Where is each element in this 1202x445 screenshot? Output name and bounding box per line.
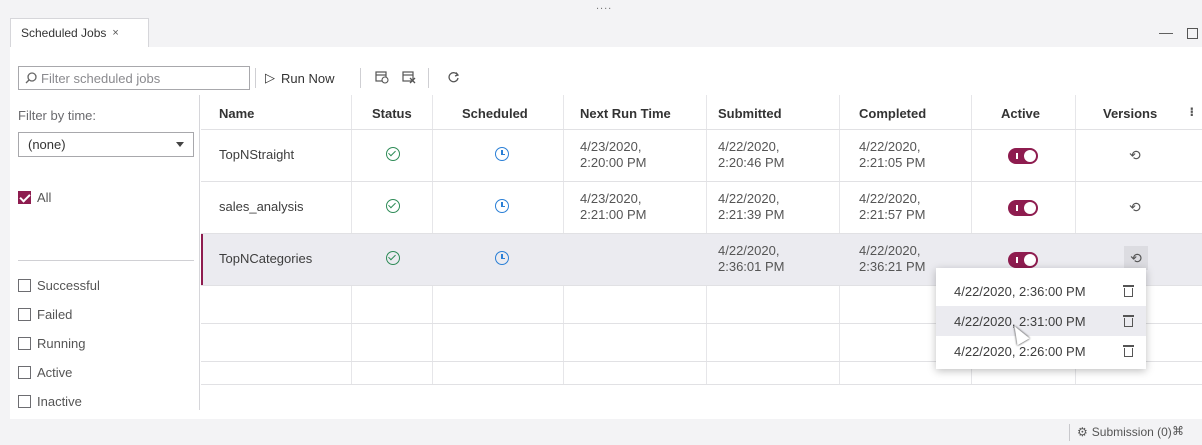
completed-time: 4/22/2020, 2:21:05 PM xyxy=(859,139,926,170)
tab-scheduled-jobs[interactable]: Scheduled Jobs × xyxy=(10,18,149,47)
completed-time: 4/22/2020, 2:36:21 PM xyxy=(859,243,926,274)
version-item[interactable]: 4/22/2020, 2:31:00 PM xyxy=(936,306,1146,336)
job-name: TopNCategories xyxy=(219,251,313,266)
search-icon xyxy=(25,72,37,84)
check-circle-icon xyxy=(386,251,400,265)
time-filter-value: (none) xyxy=(28,137,66,152)
time-filter-select[interactable]: (none) xyxy=(18,132,194,157)
restore-icon[interactable] xyxy=(1187,28,1198,39)
clock-icon xyxy=(495,147,509,161)
history-icon[interactable]: ⟲ xyxy=(1129,199,1141,216)
search-box[interactable] xyxy=(18,66,250,90)
job-name: sales_analysis xyxy=(219,199,304,214)
toolbar: ▷ Run Now xyxy=(10,47,1202,95)
job-name: TopNStraight xyxy=(219,147,295,162)
table-row[interactable]: TopNStraight 4/23/2020, 2:20:00 PM 4/22/2… xyxy=(201,130,1202,182)
checkbox-icon[interactable] xyxy=(18,395,31,408)
toolbar-divider xyxy=(360,68,361,88)
next-run-time: 4/23/2020, 2:21:00 PM xyxy=(580,191,647,222)
submission-status[interactable]: ⚙ Submission (0) xyxy=(1077,425,1172,439)
completed-time: 4/22/2020, 2:21:57 PM xyxy=(859,191,926,222)
refresh-icon[interactable] xyxy=(444,67,462,87)
gear-icon: ⚙ xyxy=(1077,425,1088,439)
command-icon[interactable]: ⌘ xyxy=(1172,424,1184,438)
version-timestamp: 4/22/2020, 2:36:00 PM xyxy=(954,283,1086,299)
search-input[interactable] xyxy=(41,70,241,86)
clock-icon xyxy=(495,251,509,265)
trash-icon[interactable] xyxy=(1123,315,1134,327)
status-bar: ⚙ Submission (0) ⌘ xyxy=(0,420,1202,445)
submitted-time: 4/22/2020, 2:36:01 PM xyxy=(718,243,785,274)
minimize-icon[interactable]: — xyxy=(1159,24,1173,40)
column-header-status[interactable]: Status xyxy=(372,106,412,121)
table-row[interactable]: sales_analysis 4/23/2020, 2:21:00 PM 4/22… xyxy=(201,182,1202,234)
filter-failed-checkbox[interactable]: Failed xyxy=(18,307,72,322)
close-icon[interactable]: × xyxy=(112,27,118,39)
column-header-submitted[interactable]: Submitted xyxy=(718,106,782,121)
play-icon: ▷ xyxy=(265,70,275,85)
tab-label: Scheduled Jobs xyxy=(21,26,107,40)
filter-time-label: Filter by time: xyxy=(18,108,97,123)
history-icon[interactable]: ⟲ xyxy=(1129,147,1141,164)
checkbox-icon[interactable] xyxy=(18,279,31,292)
run-now-button[interactable]: ▷ Run Now xyxy=(265,68,334,88)
filter-option-label: Running xyxy=(37,336,86,351)
filter-all-checkbox[interactable]: All xyxy=(18,190,51,205)
checkbox-checked-icon[interactable] xyxy=(18,191,31,204)
column-header-next-run-time[interactable]: Next Run Time xyxy=(580,106,671,121)
chevron-down-icon xyxy=(176,141,184,147)
toolbar-divider xyxy=(428,68,429,88)
next-run-time: 4/23/2020, 2:20:00 PM xyxy=(580,139,647,170)
filter-divider xyxy=(18,260,194,261)
trash-icon[interactable] xyxy=(1123,285,1134,297)
version-timestamp: 4/22/2020, 2:26:00 PM xyxy=(954,343,1086,359)
filter-sidebar: Filter by time: (none) All Successful Fa… xyxy=(10,95,200,410)
submitted-time: 4/22/2020, 2:20:46 PM xyxy=(718,139,785,170)
column-header-active[interactable]: Active xyxy=(1001,106,1040,121)
run-now-label: Run Now xyxy=(281,70,335,86)
table-header: Name Status Scheduled Next Run Time Subm… xyxy=(201,95,1202,130)
active-toggle[interactable] xyxy=(1008,252,1038,268)
history-icon[interactable]: ⟲ xyxy=(1124,246,1148,270)
check-circle-icon xyxy=(386,147,400,161)
filter-option-label: Inactive xyxy=(37,394,82,409)
filter-option-label: Failed xyxy=(37,307,73,322)
version-item[interactable]: 4/22/2020, 2:36:00 PM xyxy=(936,276,1146,306)
filter-all-label: All xyxy=(37,190,52,205)
filter-successful-checkbox[interactable]: Successful xyxy=(18,278,100,293)
toolbar-divider xyxy=(255,68,256,88)
active-toggle[interactable] xyxy=(1008,148,1038,164)
clock-icon xyxy=(495,199,509,213)
filter-running-checkbox[interactable]: Running xyxy=(18,336,85,351)
filter-option-label: Active xyxy=(37,365,73,380)
check-circle-icon xyxy=(386,199,400,213)
submission-label: Submission (0) xyxy=(1091,425,1172,439)
filter-option-label: Successful xyxy=(37,278,100,293)
column-menu-icon[interactable]: ⁝ xyxy=(1189,105,1194,119)
delete-schedule-icon[interactable] xyxy=(400,67,418,87)
versions-popup: 4/22/2020, 2:36:00 PM 4/22/2020, 2:31:00… xyxy=(936,268,1146,369)
trash-icon[interactable] xyxy=(1123,345,1134,357)
column-header-name[interactable]: Name xyxy=(219,106,254,121)
checkbox-icon[interactable] xyxy=(18,337,31,350)
column-header-versions[interactable]: Versions xyxy=(1103,106,1157,121)
schedule-job-icon[interactable] xyxy=(373,67,391,87)
version-item[interactable]: 4/22/2020, 2:26:00 PM xyxy=(936,336,1146,366)
window-controls: — xyxy=(1159,24,1198,40)
checkbox-icon[interactable] xyxy=(18,366,31,379)
column-header-scheduled[interactable]: Scheduled xyxy=(462,106,528,121)
checkbox-icon[interactable] xyxy=(18,308,31,321)
filter-active-checkbox[interactable]: Active xyxy=(18,365,72,380)
panel-resize-handle[interactable]: .... xyxy=(596,1,612,12)
submitted-time: 4/22/2020, 2:21:39 PM xyxy=(718,191,785,222)
filter-inactive-checkbox[interactable]: Inactive xyxy=(18,394,82,409)
tab-bar: Scheduled Jobs × — xyxy=(10,18,1202,47)
active-toggle[interactable] xyxy=(1008,200,1038,216)
status-divider xyxy=(1069,424,1070,441)
column-header-completed[interactable]: Completed xyxy=(859,106,926,121)
